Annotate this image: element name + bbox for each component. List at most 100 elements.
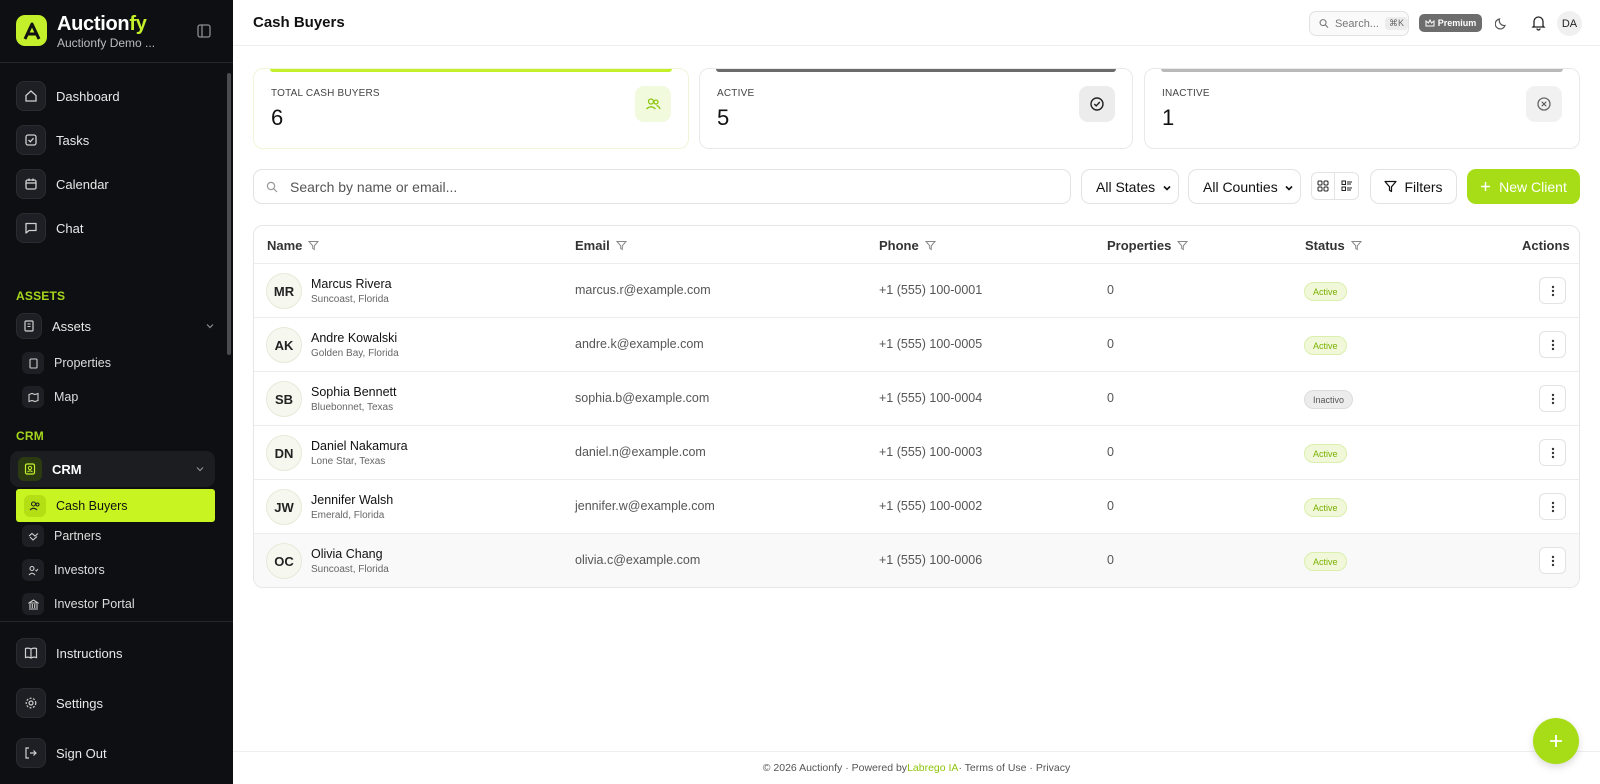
footer-links[interactable]: · Terms of Use · Privacy — [958, 762, 1070, 774]
column-header-phone[interactable]: Phone — [879, 238, 936, 253]
stat-value: 5 — [717, 105, 730, 130]
table-row[interactable]: SB Sophia Bennett Bluebonnet, Texas soph… — [254, 372, 1579, 426]
client-name: Sophia Bennett — [311, 385, 397, 399]
client-properties: 0 — [1107, 391, 1114, 405]
nav-calendar[interactable]: Calendar — [16, 168, 109, 200]
nav-sign-out[interactable]: Sign Out — [16, 737, 107, 769]
column-header-status[interactable]: Status — [1305, 238, 1362, 253]
filter-icon[interactable] — [1177, 240, 1189, 251]
footer-powered-link[interactable]: Labrego IA — [907, 762, 958, 774]
client-properties: 0 — [1107, 445, 1114, 459]
client-search[interactable] — [253, 169, 1071, 204]
column-header-email[interactable]: Email — [575, 238, 627, 253]
state-select[interactable]: All States — [1081, 169, 1179, 204]
nav-label: Dashboard — [56, 88, 120, 104]
more-vertical-icon — [1551, 447, 1554, 458]
row-actions-button[interactable] — [1539, 331, 1566, 358]
x-circle-icon — [1526, 86, 1562, 122]
client-phone: +1 (555) 100-0002 — [879, 499, 983, 513]
table-row[interactable]: MR Marcus Rivera Suncoast, Florida marcu… — [254, 264, 1579, 318]
handshake-icon — [22, 525, 44, 547]
sidebar-scrollbar[interactable] — [227, 73, 231, 355]
nav-chat[interactable]: Chat — [16, 212, 83, 244]
user-avatar[interactable]: DA — [1557, 11, 1582, 36]
stat-value: 1 — [1162, 105, 1175, 130]
client-email: andre.k@example.com — [575, 337, 704, 351]
bell-icon[interactable] — [1530, 14, 1547, 31]
nav-tasks[interactable]: Tasks — [16, 124, 89, 156]
brand-name: Auctionfy — [57, 13, 147, 35]
nav-dashboard[interactable]: Dashboard — [16, 80, 120, 112]
global-search-button[interactable]: Search... ⌘K — [1309, 11, 1409, 36]
filter-icon[interactable] — [308, 240, 320, 251]
column-header-properties[interactable]: Properties — [1107, 238, 1189, 253]
grid-view-button[interactable] — [1311, 172, 1335, 200]
row-actions-button[interactable] — [1539, 439, 1566, 466]
moon-icon[interactable] — [1495, 16, 1509, 30]
more-vertical-icon — [1551, 339, 1554, 350]
state-select-value: All States — [1096, 178, 1156, 195]
logo-icon — [16, 15, 47, 46]
avatar: DN — [266, 435, 302, 471]
client-properties: 0 — [1107, 553, 1114, 567]
nav-properties[interactable]: Properties — [22, 350, 111, 376]
divider — [0, 621, 233, 622]
row-actions-button[interactable] — [1539, 385, 1566, 412]
client-name: Daniel Nakamura — [311, 439, 408, 453]
status-badge: Active — [1304, 444, 1347, 463]
nav-cash-buyers[interactable]: Cash Buyers — [16, 489, 215, 522]
client-location: Suncoast, Florida — [311, 294, 389, 305]
nav-investor-portal[interactable]: Investor Portal — [22, 591, 135, 617]
client-properties: 0 — [1107, 283, 1114, 297]
nav-label: Assets — [52, 318, 92, 334]
filter-icon[interactable] — [1350, 240, 1362, 251]
list-icon — [1341, 180, 1352, 191]
row-actions-button[interactable] — [1539, 277, 1566, 304]
avatar: JW — [266, 489, 302, 525]
nav-assets[interactable]: Assets — [16, 310, 215, 342]
nav-instructions[interactable]: Instructions — [16, 637, 122, 669]
new-client-label: New Client — [1499, 178, 1567, 195]
table-row[interactable]: OC Olivia Chang Suncoast, Florida olivia… — [254, 534, 1579, 587]
nav-label: Partners — [54, 529, 102, 543]
nav-investors[interactable]: Investors — [22, 557, 105, 583]
nav-crm[interactable]: CRM — [10, 451, 215, 487]
row-actions-button[interactable] — [1539, 547, 1566, 574]
client-location: Suncoast, Florida — [311, 564, 389, 575]
search-input[interactable] — [290, 178, 1050, 195]
chevron-down-icon — [1285, 185, 1293, 191]
logout-icon — [16, 738, 46, 768]
column-header-name[interactable]: Name — [267, 238, 320, 253]
page-title: Cash Buyers — [253, 14, 345, 31]
nav-settings[interactable]: Settings — [16, 687, 103, 719]
status-badge: Active — [1304, 552, 1347, 571]
filter-icon[interactable] — [924, 240, 936, 251]
collapse-sidebar-icon[interactable] — [197, 24, 213, 40]
county-select[interactable]: All Counties — [1188, 169, 1301, 204]
row-actions-button[interactable] — [1539, 493, 1566, 520]
nav-partners[interactable]: Partners — [22, 523, 101, 549]
premium-badge[interactable]: Premium — [1419, 14, 1482, 32]
table-row[interactable]: JW Jennifer Walsh Emerald, Florida jenni… — [254, 480, 1579, 534]
gear-icon — [16, 688, 46, 718]
client-phone: +1 (555) 100-0005 — [879, 337, 983, 351]
table-row[interactable]: AK Andre Kowalski Golden Bay, Florida an… — [254, 318, 1579, 372]
nav-map[interactable]: Map — [22, 384, 78, 410]
filters-label: Filters — [1404, 178, 1443, 195]
new-client-button[interactable]: New Client — [1467, 169, 1580, 204]
filter-icon[interactable] — [615, 240, 627, 251]
filters-button[interactable]: Filters — [1370, 169, 1457, 204]
list-view-button[interactable] — [1335, 172, 1359, 200]
client-location: Lone Star, Texas — [311, 456, 386, 467]
status-badge: Active — [1304, 336, 1347, 355]
floating-add-button[interactable] — [1533, 718, 1579, 764]
client-phone: +1 (555) 100-0006 — [879, 553, 983, 567]
shortcut-hint: ⌘K — [1384, 17, 1408, 30]
table-row[interactable]: DN Daniel Nakamura Lone Star, Texas dani… — [254, 426, 1579, 480]
client-name: Andre Kowalski — [311, 331, 398, 345]
stat-card-total: TOTAL CASH BUYERS 6 — [253, 68, 689, 149]
grid-icon — [1317, 180, 1329, 192]
avatar: MR — [266, 273, 302, 309]
map-icon — [22, 386, 44, 408]
nav-label: Tasks — [56, 132, 90, 148]
